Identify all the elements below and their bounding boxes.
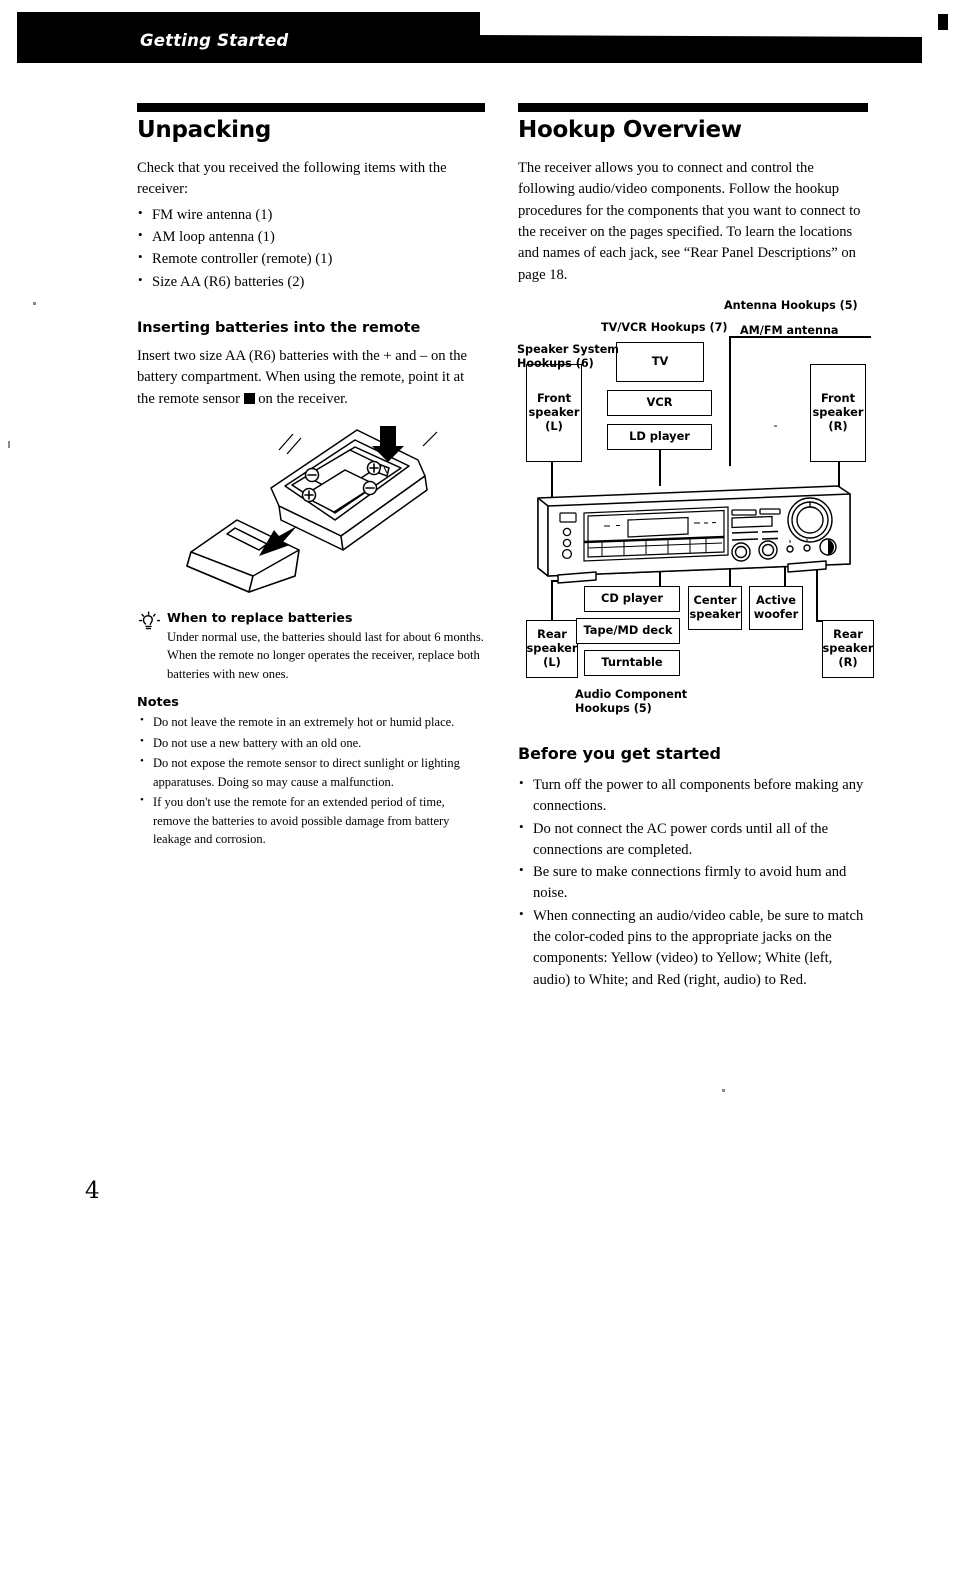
box-label: LD player <box>629 428 690 443</box>
document-page: Getting Started Unpacking Check that you… <box>0 0 954 1572</box>
box-label: Front speaker (R) <box>812 391 864 433</box>
inserting-batteries-body: Insert two size AA (R6) batteries with t… <box>137 346 485 410</box>
remote-sensor-icon <box>243 392 255 404</box>
box-label: Active woofer <box>753 593 799 621</box>
scan-speck <box>8 441 10 448</box>
diagram-box-ld-player: LD player <box>607 423 712 450</box>
box-label: CD player <box>601 590 663 605</box>
diagram-group-label-antenna: Antenna Hookups (5) <box>724 298 858 312</box>
notes-title: Notes <box>137 695 179 711</box>
unpacking-item-list: FM wire antenna (1) AM loop antenna (1) … <box>137 204 485 293</box>
right-column: Hookup Overview The receiver allows you … <box>517 103 874 992</box>
box-label: Rear speaker (L) <box>526 627 578 669</box>
section-rule-hookup <box>518 103 868 112</box>
list-item: Turn off the power to all components bef… <box>518 774 868 818</box>
diagram-box-cd-player: CD player <box>584 585 680 612</box>
box-label: Rear speaker (R) <box>822 627 874 669</box>
list-item: When connecting an audio/video cable, be… <box>518 905 868 991</box>
list-item: AM loop antenna (1) <box>137 226 485 248</box>
receiver-illustration <box>532 482 854 589</box>
diagram-group-label-audio-component: Audio Component Hookups (5) <box>575 687 688 715</box>
header-corner-mark <box>938 14 948 30</box>
list-item: If you don't use the remote for an exten… <box>137 792 485 849</box>
diagram-group-label-speaker-system: Speaker System Hookups (6) <box>517 342 619 370</box>
section-rule-unpacking <box>137 103 485 112</box>
diagram-box-rear-speaker-l: Rear speaker (L) <box>526 619 578 678</box>
list-item: Size AA (R6) batteries (2) <box>137 271 485 293</box>
wire-tv-vcr-group <box>659 449 661 486</box>
running-header-title: Getting Started <box>140 31 289 50</box>
diagram-box-tape-md-deck: Tape/MD deck <box>576 617 680 644</box>
hookup-diagram: Speaker System Hookups (6) TV/VCR Hookup… <box>517 298 874 722</box>
diagram-box-front-speaker-r: Front speaker (R) <box>810 363 866 462</box>
before-started-list: Turn off the power to all components bef… <box>518 774 868 991</box>
list-item: Remote controller (remote) (1) <box>137 248 485 270</box>
lightbulb-tip-icon <box>138 611 161 630</box>
scan-speck <box>722 1089 725 1092</box>
list-item: Do not use a new battery with an old one… <box>137 733 485 753</box>
box-label: Tape/MD deck <box>583 622 673 637</box>
subsection-title-inserting-batteries: Inserting batteries into the remote <box>137 319 421 336</box>
box-label: TV <box>651 353 669 368</box>
box-label: Front speaker (L) <box>528 391 580 433</box>
diagram-label-am-fm-antenna: AM/FM antenna <box>740 323 839 337</box>
diagram-group-label-tv-vcr: TV/VCR Hookups (7) <box>601 320 728 334</box>
running-header: Getting Started <box>0 0 954 66</box>
tip-block-replace-batteries: When to replace batteries Under normal u… <box>137 610 485 684</box>
scan-speck <box>33 302 36 305</box>
receiver-front-panel-svg <box>537 485 851 584</box>
diagram-box-rear-speaker-r: Rear speaker (R) <box>822 619 874 678</box>
page-title-hookup-overview: Hookup Overview <box>518 117 742 143</box>
box-label: Turntable <box>601 654 663 669</box>
diagram-box-turntable: Turntable <box>584 649 680 676</box>
box-label: VCR <box>646 394 673 409</box>
subsection-title-before-started: Before you get started <box>518 743 721 763</box>
remote-battery-svg <box>186 425 438 593</box>
list-item: Do not leave the remote in an extremely … <box>137 712 485 732</box>
notes-list: Do not leave the remote in an extremely … <box>137 712 485 849</box>
before-you-get-started-block: Before you get started Turn off the powe… <box>518 744 868 991</box>
diagram-box-tv: TV <box>616 341 704 382</box>
box-label: Center speaker <box>689 593 741 621</box>
notes-block: Notes Do not leave the remote in an extr… <box>137 695 485 849</box>
diagram-box-vcr: VCR <box>607 389 712 416</box>
list-item: FM wire antenna (1) <box>137 204 485 226</box>
tip-title: When to replace batteries <box>167 609 353 625</box>
diagram-box-front-speaker-l: Front speaker (L) <box>526 363 582 462</box>
tip-body: Under normal use, the batteries should l… <box>167 629 484 681</box>
page-number: 4 <box>85 1178 100 1204</box>
list-item: Do not connect the AC power cords until … <box>518 818 868 862</box>
remote-battery-illustration <box>137 424 485 596</box>
diagram-box-active-woofer: Active woofer <box>749 585 803 630</box>
unpacking-intro: Check that you received the following it… <box>137 160 447 198</box>
diagram-box-center-speaker: Center speaker <box>688 585 742 630</box>
page-title-unpacking: Unpacking <box>137 117 271 143</box>
list-item: Do not expose the remote sensor to direc… <box>137 753 485 791</box>
left-column: Unpacking Check that you received the fo… <box>137 103 485 851</box>
inserting-batteries-text-2: on the receiver. <box>254 390 348 407</box>
list-item: Be sure to make connections firmly to av… <box>518 861 868 905</box>
hookup-intro: The receiver allows you to connect and c… <box>518 160 861 283</box>
